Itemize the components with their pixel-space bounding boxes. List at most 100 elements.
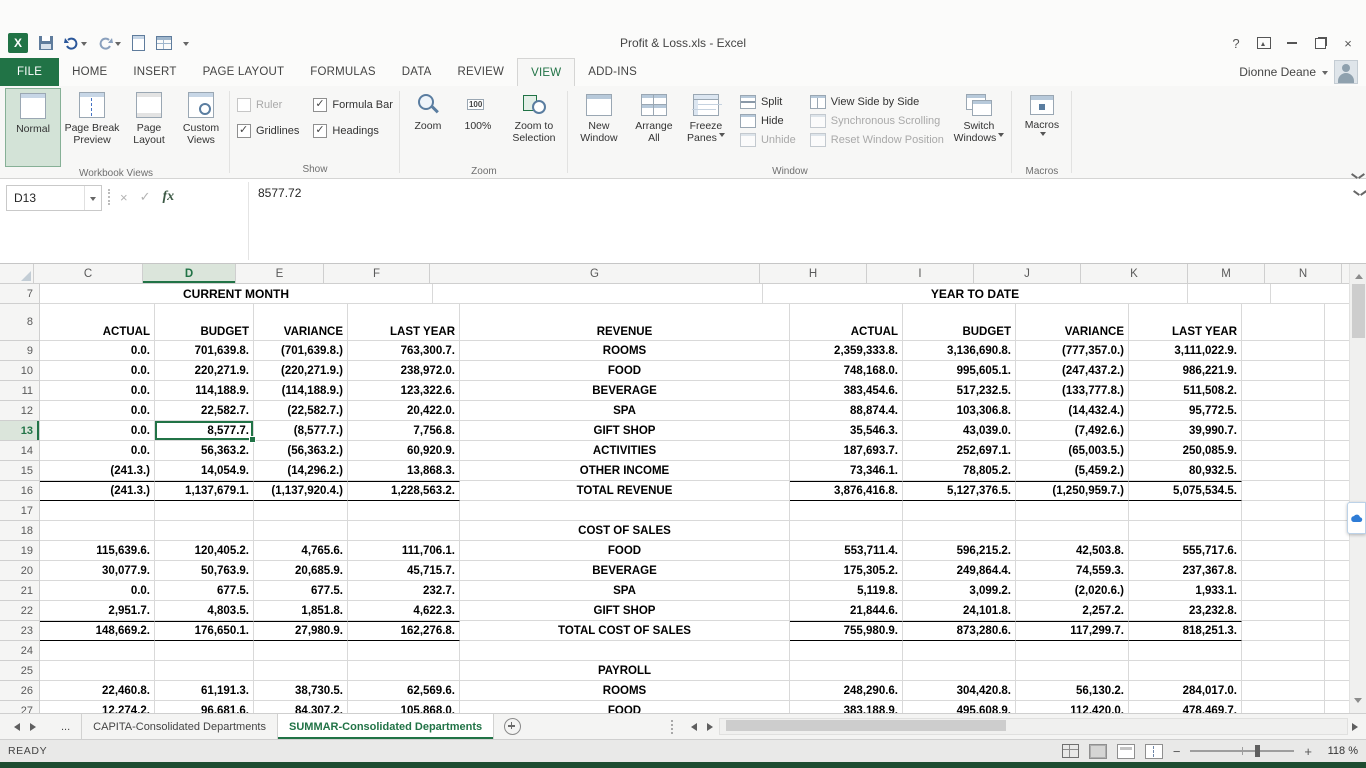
- cell-G20[interactable]: BEVERAGE: [460, 561, 790, 581]
- cell-M9[interactable]: [1242, 341, 1325, 361]
- avatar[interactable]: [1334, 60, 1358, 84]
- cell-D16[interactable]: 1,137,679.1.: [155, 481, 254, 501]
- cell-C21[interactable]: 0.0.: [40, 581, 155, 601]
- split-button[interactable]: Split: [737, 94, 799, 110]
- horizontal-scrollbar-track[interactable]: [719, 718, 1348, 735]
- cell-N14[interactable]: [1325, 441, 1349, 461]
- cell-M14[interactable]: [1242, 441, 1325, 461]
- cancel-entry-button[interactable]: ×: [120, 190, 128, 205]
- row-header-13[interactable]: 13: [0, 421, 40, 441]
- tab-view[interactable]: VIEW: [517, 58, 575, 86]
- cell-N17[interactable]: [1325, 501, 1349, 521]
- cell-C9[interactable]: 0.0.: [40, 341, 155, 361]
- cell-I8[interactable]: BUDGET: [903, 304, 1016, 341]
- cell-I21[interactable]: 3,099.2.: [903, 581, 1016, 601]
- cell-K24[interactable]: [1129, 641, 1242, 661]
- cell-G8[interactable]: REVENUE: [460, 304, 790, 341]
- cell-F25[interactable]: [348, 661, 460, 681]
- cell-G24[interactable]: [460, 641, 790, 661]
- cell-H15[interactable]: 73,346.1.: [790, 461, 903, 481]
- cell-E25[interactable]: [254, 661, 348, 681]
- cell-D9[interactable]: 701,639.8.: [155, 341, 254, 361]
- formula-input[interactable]: 8577.72: [248, 182, 1344, 260]
- cell-M18[interactable]: [1242, 521, 1325, 541]
- merged-year-to-date[interactable]: YEAR TO DATE: [763, 284, 1188, 304]
- cell-J15[interactable]: (5,459.2.): [1016, 461, 1129, 481]
- cell-E20[interactable]: 20,685.9.: [254, 561, 348, 581]
- cell-C25[interactable]: [40, 661, 155, 681]
- tab-data[interactable]: DATA: [389, 58, 445, 86]
- cell-I20[interactable]: 249,864.4.: [903, 561, 1016, 581]
- cell-K27[interactable]: 478,469.7.: [1129, 701, 1242, 713]
- cell-F26[interactable]: 62,569.6.: [348, 681, 460, 701]
- cell-M13[interactable]: [1242, 421, 1325, 441]
- cell-N23[interactable]: [1325, 621, 1349, 641]
- row-header-9[interactable]: 9: [0, 341, 40, 361]
- column-header-H[interactable]: H: [760, 264, 867, 284]
- cell-C24[interactable]: [40, 641, 155, 661]
- cell-K9[interactable]: 3,111,022.9.: [1129, 341, 1242, 361]
- cell-F17[interactable]: [348, 501, 460, 521]
- cell-E21[interactable]: 677.5.: [254, 581, 348, 601]
- cell-M26[interactable]: [1242, 681, 1325, 701]
- cell-F9[interactable]: 763,300.7.: [348, 341, 460, 361]
- cell-K13[interactable]: 39,990.7.: [1129, 421, 1242, 441]
- cell-G26[interactable]: ROOMS: [460, 681, 790, 701]
- cell-N26[interactable]: [1325, 681, 1349, 701]
- cell-N7[interactable]: [1271, 284, 1349, 304]
- cell-D12[interactable]: 22,582.7.: [155, 401, 254, 421]
- zoom-slider-thumb[interactable]: [1255, 745, 1260, 757]
- gridlines-checkbox[interactable]: Gridlines: [237, 124, 299, 138]
- cell-C20[interactable]: 30,077.9.: [40, 561, 155, 581]
- row-header-12[interactable]: 12: [0, 401, 40, 421]
- cell-D10[interactable]: 220,271.9.: [155, 361, 254, 381]
- cell-I26[interactable]: 304,420.8.: [903, 681, 1016, 701]
- cell-J27[interactable]: 112,420.0.: [1016, 701, 1129, 713]
- merged-current-month[interactable]: CURRENT MONTH: [40, 284, 433, 304]
- cell-K8[interactable]: LAST YEAR: [1129, 304, 1242, 341]
- cell-G7[interactable]: [433, 284, 763, 304]
- cell-H13[interactable]: 35,546.3.: [790, 421, 903, 441]
- cell-G25[interactable]: PAYROLL: [460, 661, 790, 681]
- column-header-N[interactable]: N: [1265, 264, 1342, 284]
- enter-entry-button[interactable]: ✓: [140, 189, 151, 205]
- cell-E27[interactable]: 84,307.2.: [254, 701, 348, 713]
- normal-view-button[interactable]: Normal: [5, 88, 61, 167]
- cell-N18[interactable]: [1325, 521, 1349, 541]
- cell-C12[interactable]: 0.0.: [40, 401, 155, 421]
- reset-window-position-button[interactable]: Reset Window Position: [807, 132, 947, 148]
- cell-C16[interactable]: (241.3.): [40, 481, 155, 501]
- sheet-tab-overflow[interactable]: ...: [50, 714, 82, 739]
- scroll-up-icon[interactable]: [1355, 270, 1363, 279]
- zoom-slider[interactable]: [1190, 750, 1294, 752]
- ribbon-display-options-button[interactable]: [1250, 32, 1278, 54]
- cell-G14[interactable]: ACTIVITIES: [460, 441, 790, 461]
- cell-E19[interactable]: 4,765.6.: [254, 541, 348, 561]
- sheet-nav-right-icon[interactable]: [30, 723, 40, 731]
- account-menu[interactable]: Dionne Deane: [1239, 58, 1366, 86]
- tab-insert[interactable]: INSERT: [120, 58, 189, 86]
- row-header-20[interactable]: 20: [0, 561, 40, 581]
- cell-F12[interactable]: 20,422.0.: [348, 401, 460, 421]
- cell-N15[interactable]: [1325, 461, 1349, 481]
- cell-K18[interactable]: [1129, 521, 1242, 541]
- cell-M16[interactable]: [1242, 481, 1325, 501]
- cell-M12[interactable]: [1242, 401, 1325, 421]
- row-header-15[interactable]: 15: [0, 461, 40, 481]
- cell-C11[interactable]: 0.0.: [40, 381, 155, 401]
- cell-D19[interactable]: 120,405.2.: [155, 541, 254, 561]
- cell-K17[interactable]: [1129, 501, 1242, 521]
- cell-F23[interactable]: 162,276.8.: [348, 621, 460, 641]
- cell-K21[interactable]: 1,933.1.: [1129, 581, 1242, 601]
- row-header-24[interactable]: 24: [0, 641, 40, 661]
- cell-H9[interactable]: 2,359,333.8.: [790, 341, 903, 361]
- row-header-14[interactable]: 14: [0, 441, 40, 461]
- cell-J14[interactable]: (65,003.5.): [1016, 441, 1129, 461]
- row-header-26[interactable]: 26: [0, 681, 40, 701]
- cell-K22[interactable]: 23,232.8.: [1129, 601, 1242, 621]
- zoom-level[interactable]: 118 %: [1322, 745, 1358, 757]
- column-header-J[interactable]: J: [974, 264, 1081, 284]
- cell-F11[interactable]: 123,322.6.: [348, 381, 460, 401]
- cell-C18[interactable]: [40, 521, 155, 541]
- cell-I25[interactable]: [903, 661, 1016, 681]
